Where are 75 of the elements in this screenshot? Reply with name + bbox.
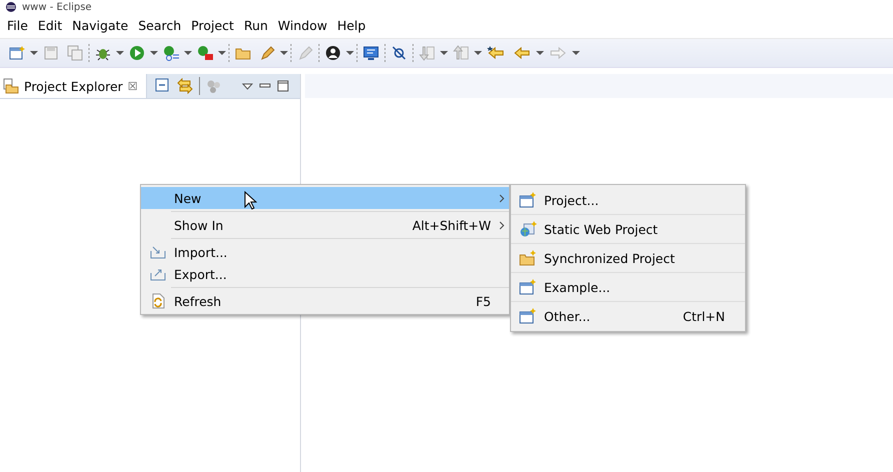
toolbar-separator-icon	[356, 44, 358, 62]
menu-item-label: Other...	[544, 308, 590, 324]
play-list-icon[interactable]	[163, 45, 179, 61]
dropdown-caret-icon[interactable]	[536, 50, 544, 56]
menu-item-label: Project...	[544, 192, 599, 208]
view-menu-icon[interactable]	[242, 82, 253, 90]
toolbar-separator-icon	[228, 44, 230, 62]
context-menu-item[interactable]: Import...	[141, 241, 509, 263]
menu-item[interactable]: Project	[186, 16, 239, 34]
menu-item-label: Refresh	[174, 294, 222, 308]
menu-item-label: Example...	[544, 280, 610, 294]
pen-icon[interactable]	[259, 45, 275, 61]
new-window-icon	[518, 308, 536, 324]
menu-item-label: Synchronized Project	[544, 250, 675, 266]
refresh-document-icon	[150, 293, 166, 309]
close-button[interactable]: ☒	[128, 80, 138, 92]
person-icon[interactable]	[325, 45, 341, 61]
submenu-item[interactable]: Synchronized Project	[511, 244, 745, 273]
globe-window-icon	[518, 221, 536, 237]
mouse-cursor-icon	[244, 191, 257, 210]
toolbar-separator-icon	[384, 44, 386, 62]
menu-item[interactable]: Navigate	[67, 16, 134, 34]
menu-item-label: Show In	[174, 218, 224, 232]
folder-icon	[518, 250, 536, 266]
submenu-item[interactable]: Other... Ctrl+N	[511, 302, 745, 330]
menu-item[interactable]: Window	[272, 16, 332, 34]
submenu-item[interactable]: Example...	[511, 273, 745, 302]
dropdown-caret-icon[interactable]	[440, 50, 448, 56]
dropdown-caret-icon[interactable]	[218, 50, 226, 56]
dropdown-caret-icon[interactable]	[346, 50, 354, 56]
dropdown-caret-icon[interactable]	[572, 50, 580, 56]
toolbar-separator-icon	[412, 44, 414, 62]
dropdown-caret-icon[interactable]	[150, 50, 158, 56]
shortcut-text: Ctrl+N	[682, 308, 726, 324]
monitor-icon[interactable]	[363, 45, 379, 61]
star-left-arrow-icon[interactable]	[487, 45, 505, 61]
submenu-item[interactable]: Project...	[511, 186, 745, 215]
menu-item[interactable]: Run	[238, 16, 273, 34]
menu-item-label: New	[174, 190, 202, 206]
menu-item[interactable]: Search	[133, 16, 186, 34]
submenu-item[interactable]: Static Web Project	[511, 215, 745, 244]
maximize-icon[interactable]	[276, 80, 289, 92]
left-arrow-icon[interactable]	[513, 45, 531, 61]
context-menu-item[interactable]: New	[141, 187, 509, 209]
export-icon	[150, 267, 166, 281]
dropdown-caret-icon[interactable]	[116, 50, 124, 56]
dropdown-caret-icon[interactable]	[474, 50, 482, 56]
link-arrows-icon[interactable]	[176, 78, 193, 94]
toolbar-separator-icon	[88, 44, 90, 62]
tab-title: Project Explorer	[24, 78, 123, 94]
menu-item-label: Import...	[174, 244, 228, 260]
collapse-all-icon[interactable]	[154, 78, 171, 94]
menu-item[interactable]: Help	[332, 16, 371, 34]
new-window-icon	[518, 192, 536, 208]
menu-item-label: Export...	[174, 266, 227, 282]
window-title: www - Eclipse	[22, 2, 92, 12]
project-explorer-tab[interactable]: Project Explorer ☒	[0, 74, 147, 98]
dropdown-caret-icon[interactable]	[280, 50, 288, 56]
new-window-icon[interactable]	[9, 45, 25, 61]
context-menu-item[interactable]: Refresh F5	[141, 290, 509, 312]
dropdown-caret-icon[interactable]	[30, 50, 38, 56]
play-icon[interactable]	[129, 45, 145, 61]
toolbar-separator-icon	[290, 44, 292, 62]
import-icon	[150, 245, 166, 259]
menu-item[interactable]: File	[2, 16, 33, 34]
dropdown-caret-icon[interactable]	[184, 50, 192, 56]
shortcut-text: F5	[476, 294, 492, 308]
toolbar-separator-icon	[318, 44, 320, 62]
menu-item[interactable]: Edit	[32, 16, 68, 34]
menu-item-label: Static Web Project	[544, 222, 658, 236]
shortcut-text: Alt+Shift+W	[412, 218, 492, 232]
documents-folder-icon	[3, 78, 19, 94]
new-window-icon	[518, 279, 536, 295]
context-menu-item[interactable]: Show In Alt+Shift+W	[141, 214, 509, 236]
context-menu-item[interactable]: Export...	[141, 263, 509, 285]
